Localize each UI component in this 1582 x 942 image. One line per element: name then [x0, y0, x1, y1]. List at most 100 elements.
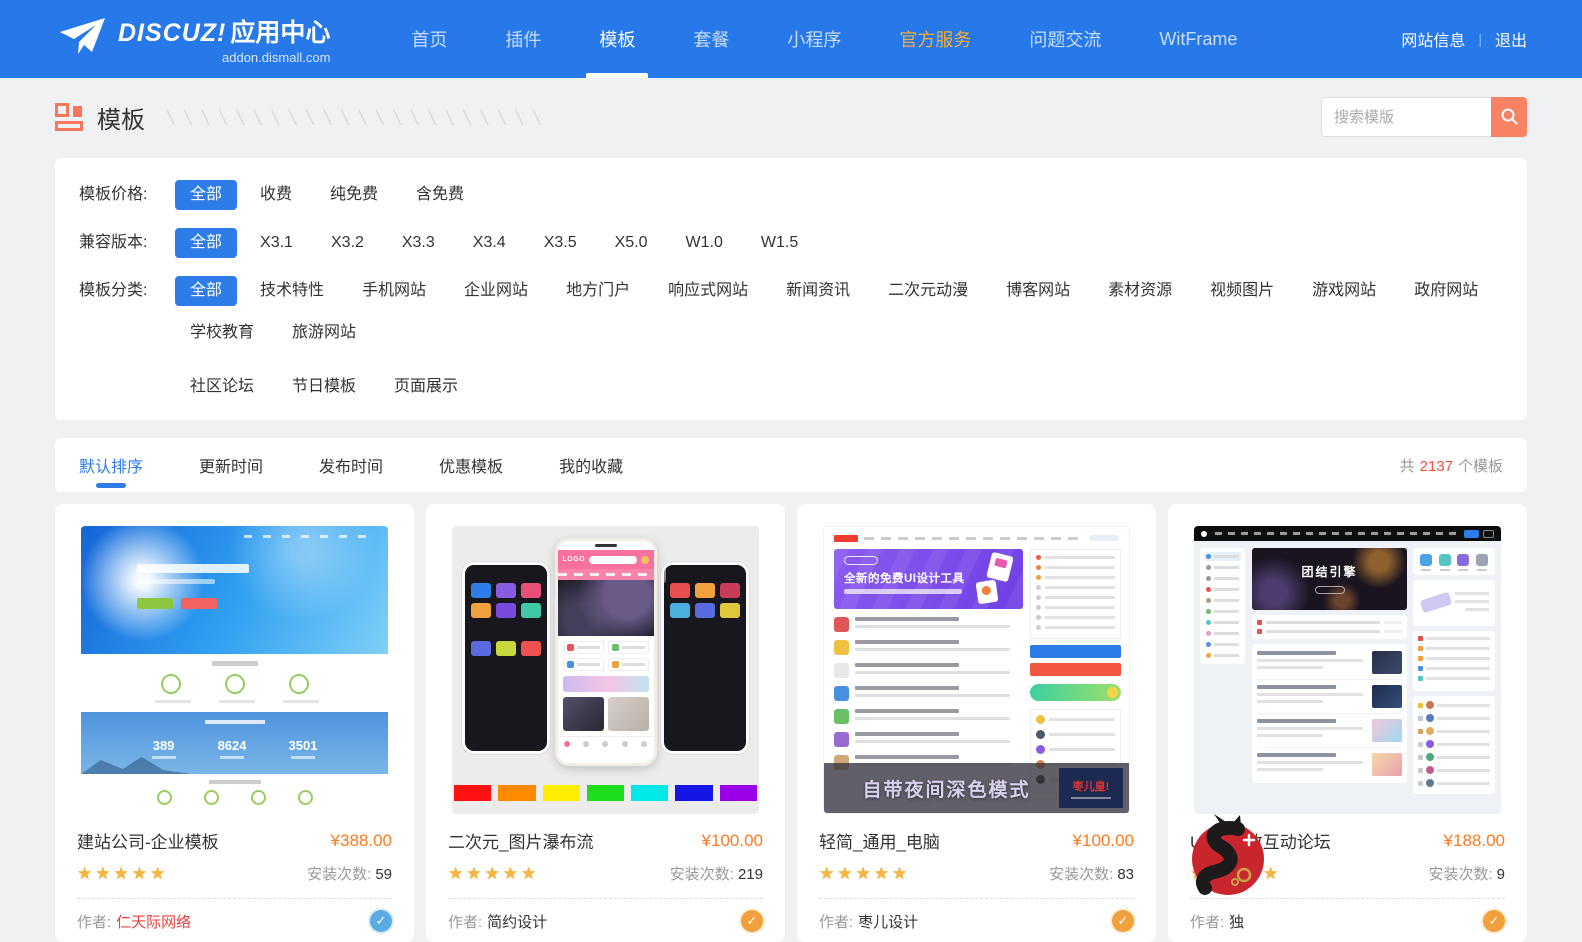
- install-count: 安装次数:219: [670, 863, 763, 884]
- filter-cat-material[interactable]: 素材资源: [1093, 276, 1187, 306]
- sort-tab-published[interactable]: 发布时间: [319, 438, 383, 492]
- author-row: 作者:独: [1190, 911, 1244, 932]
- filter-cat-mobile[interactable]: 手机网站: [347, 276, 441, 306]
- thumb1-services: [81, 774, 388, 814]
- site-logo[interactable]: DISCUZ!应用中心 addon.dismall.com: [58, 0, 330, 78]
- filter-cat-pages[interactable]: 页面展示: [379, 372, 473, 402]
- filter-version-x33[interactable]: X3.3: [387, 228, 450, 258]
- thumb1-stat-2: 8624: [218, 728, 247, 759]
- top-navbar: DISCUZ!应用中心 addon.dismall.com 首页 插件 模板 套…: [0, 0, 1582, 78]
- template-thumbnail-2[interactable]: LOGO: [452, 526, 759, 814]
- logout-link[interactable]: 退出: [1495, 27, 1527, 51]
- filter-version-x50[interactable]: X5.0: [600, 228, 663, 258]
- sort-tab-updated[interactable]: 更新时间: [199, 438, 263, 492]
- logo-title-zh: 应用中心: [230, 19, 330, 47]
- filter-cat-blog[interactable]: 博客网站: [991, 276, 1085, 306]
- thumb2-phone-left: [462, 562, 550, 754]
- verified-badge-icon: [370, 910, 392, 932]
- template-title[interactable]: 建站公司-企业模板: [77, 828, 219, 853]
- thumb4-banner: 团结引擎: [1252, 548, 1407, 610]
- template-card-2: LOGO: [426, 504, 785, 942]
- sort-tab-default[interactable]: 默认排序: [79, 438, 143, 492]
- sort-bar: 默认排序 更新时间 发布时间 优惠模板 我的收藏 共2137个模板: [55, 438, 1527, 492]
- filter-version-x35[interactable]: X3.5: [529, 228, 592, 258]
- nav-miniprogram[interactable]: 小程序: [758, 0, 870, 78]
- filter-version-w15[interactable]: W1.5: [746, 228, 813, 258]
- filter-cat-community[interactable]: 社区论坛: [175, 372, 269, 402]
- author-link[interactable]: 简约设计: [487, 914, 547, 931]
- template-thumbnail-4[interactable]: 团结引擎: [1194, 526, 1501, 814]
- count-prefix: 共: [1400, 458, 1415, 475]
- thumb4-post-list: [1252, 644, 1407, 783]
- filter-cat-tech[interactable]: 技术特性: [245, 276, 339, 306]
- filter-price-free[interactable]: 纯免费: [315, 180, 393, 210]
- thumb2-phone-right: [661, 562, 749, 754]
- thumb3-purple-banner: 全新的免费UI设计工具: [834, 549, 1023, 609]
- page-title: 模板: [97, 100, 145, 135]
- filter-row-category: 模板分类: 全部 技术特性 手机网站 企业网站 地方门户 响应式网站 新闻资讯 …: [79, 276, 1503, 402]
- filter-cat-game[interactable]: 游戏网站: [1297, 276, 1391, 306]
- filter-cat-local[interactable]: 地方门户: [551, 276, 645, 306]
- filter-cat-all[interactable]: 全部: [175, 276, 237, 306]
- thumb4-sidebar-right: [1413, 548, 1495, 794]
- template-price: ¥388.00: [331, 831, 392, 851]
- header-user-links: 网站信息 | 退出: [1401, 0, 1527, 78]
- filter-cat-responsive[interactable]: 响应式网站: [653, 276, 763, 306]
- filter-panel: 模板价格: 全部 收费 纯免费 含免费 兼容版本: 全部 X3.1 X3.2 X…: [55, 158, 1527, 420]
- template-thumbnail-1[interactable]: 389 8624 3501: [81, 526, 388, 814]
- thumb4-main-column: 团结引擎: [1252, 548, 1407, 783]
- template-thumbnail-3[interactable]: 全新的免费UI设计工具: [823, 526, 1130, 814]
- install-count: 安装次数:9: [1428, 863, 1505, 884]
- template-price: ¥188.00: [1444, 831, 1505, 851]
- filter-cat-news[interactable]: 新闻资讯: [771, 276, 865, 306]
- thumb4-navbar: [1194, 526, 1501, 541]
- filter-cat-travel[interactable]: 旅游网站: [277, 318, 371, 348]
- site-info-link[interactable]: 网站信息: [1401, 27, 1465, 51]
- logo-title-en: DISCUZ!: [118, 19, 226, 47]
- nav-plugins[interactable]: 插件: [476, 0, 570, 78]
- filter-options-category: 全部 技术特性 手机网站 企业网站 地方门户 响应式网站 新闻资讯 二次元动漫 …: [175, 276, 1503, 402]
- filter-cat-gov[interactable]: 政府网站: [1399, 276, 1493, 306]
- search-button[interactable]: [1491, 97, 1527, 137]
- nav-witframe[interactable]: WitFrame: [1130, 0, 1266, 78]
- filter-version-x31[interactable]: X3.1: [245, 228, 308, 258]
- link-divider: |: [1478, 31, 1482, 47]
- filter-cat-enterprise[interactable]: 企业网站: [449, 276, 543, 306]
- filter-price-all[interactable]: 全部: [175, 180, 237, 210]
- sort-tab-discount[interactable]: 优惠模板: [439, 438, 503, 492]
- sort-tab-favorites[interactable]: 我的收藏: [559, 438, 623, 492]
- filter-version-x34[interactable]: X3.4: [458, 228, 521, 258]
- nav-qa[interactable]: 问题交流: [1000, 0, 1130, 78]
- template-title[interactable]: 二次元_图片瀑布流: [448, 828, 593, 853]
- template-icon: [55, 103, 83, 131]
- filter-version-x32[interactable]: X3.2: [316, 228, 379, 258]
- filter-version-w10[interactable]: W1.0: [671, 228, 738, 258]
- thumb1-features: [81, 654, 388, 712]
- author-link[interactable]: 仁天际网络: [116, 914, 191, 931]
- search-input[interactable]: [1321, 97, 1491, 137]
- template-title[interactable]: 轻简_通用_电脑: [819, 828, 940, 853]
- filter-price-paid[interactable]: 收费: [245, 180, 307, 210]
- nav-official-service[interactable]: 官方服务: [870, 0, 1000, 78]
- thumb1-stat-3: 3501: [289, 728, 318, 759]
- filter-cat-anime[interactable]: 二次元动漫: [873, 276, 983, 306]
- thumb3-dark-mode-overlay: 自带夜间深色模式 枣儿皇!: [824, 763, 1129, 813]
- template-card-3: 全新的免费UI设计工具: [797, 504, 1156, 942]
- install-count: 安装次数:83: [1049, 863, 1134, 884]
- filter-version-all[interactable]: 全部: [175, 228, 237, 258]
- count-suffix: 个模板: [1458, 458, 1503, 475]
- dragon-logo-widget[interactable]: [1182, 812, 1266, 897]
- sort-tabs: 默认排序 更新时间 发布时间 优惠模板 我的收藏: [79, 438, 623, 492]
- author-link[interactable]: 枣儿设计: [858, 914, 918, 931]
- author-link[interactable]: 独: [1229, 914, 1244, 931]
- logo-domain: addon.dismall.com: [222, 50, 330, 65]
- filter-label-version: 兼容版本:: [79, 228, 175, 258]
- filter-cat-video[interactable]: 视频图片: [1195, 276, 1289, 306]
- filter-cat-holiday[interactable]: 节日模板: [277, 372, 371, 402]
- filter-row-version: 兼容版本: 全部 X3.1 X3.2 X3.3 X3.4 X3.5 X5.0 W…: [79, 228, 1503, 258]
- nav-packages[interactable]: 套餐: [664, 0, 758, 78]
- filter-price-has-free[interactable]: 含免费: [401, 180, 479, 210]
- nav-templates[interactable]: 模板: [570, 0, 664, 78]
- filter-cat-edu[interactable]: 学校教育: [175, 318, 269, 348]
- nav-home[interactable]: 首页: [382, 0, 476, 78]
